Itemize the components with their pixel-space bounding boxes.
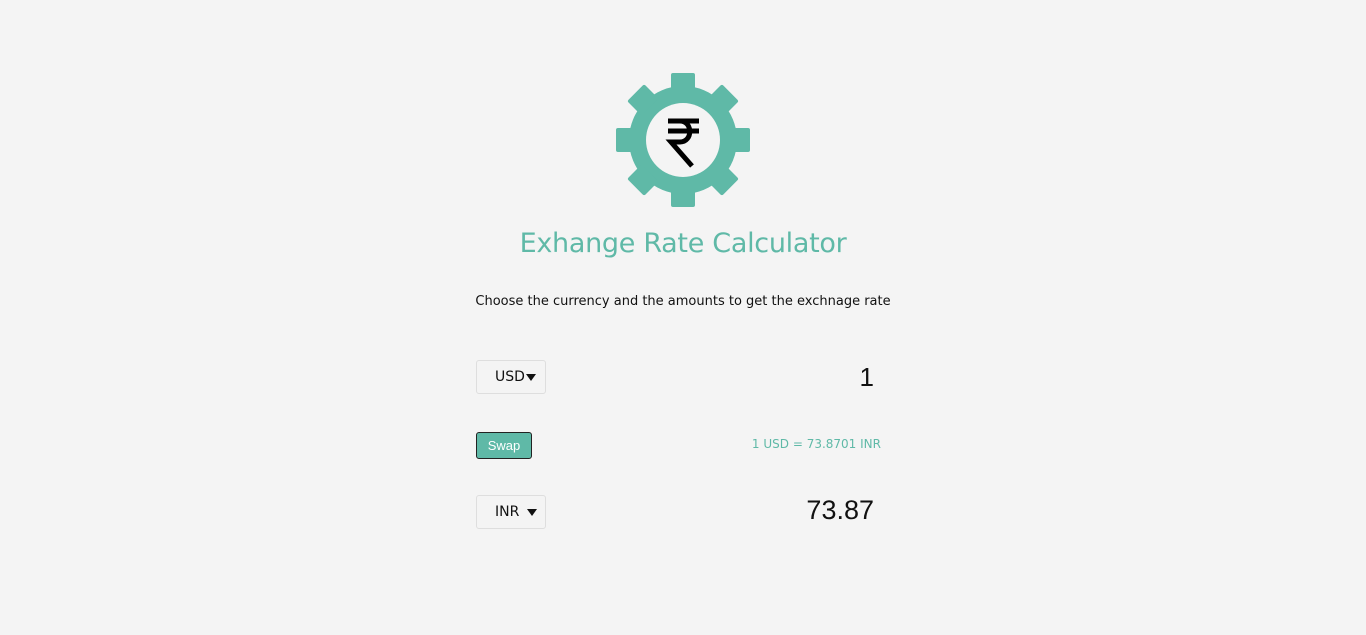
exchange-rate-text: 1 USD = 73.8701 INR (751, 437, 881, 451)
chevron-down-icon (527, 508, 538, 516)
currency-two-value: INR (495, 504, 520, 520)
amount-one-input[interactable]: 1 (860, 362, 874, 393)
chevron-down-icon (525, 373, 536, 381)
amount-two-input[interactable]: 73.87 (806, 495, 874, 526)
page-subtitle: Choose the currency and the amounts to g… (475, 294, 891, 309)
page: Exhange Rate Calculator Choose the curre… (0, 0, 1366, 635)
swap-button[interactable]: Swap (476, 432, 532, 459)
page-title: Exhange Rate Calculator (519, 228, 847, 259)
currency-one-value: USD (495, 369, 525, 385)
rupee-gear-icon (616, 73, 750, 207)
currency-one-select[interactable]: USD (476, 360, 546, 394)
currency-two-select[interactable]: INR (476, 495, 546, 529)
